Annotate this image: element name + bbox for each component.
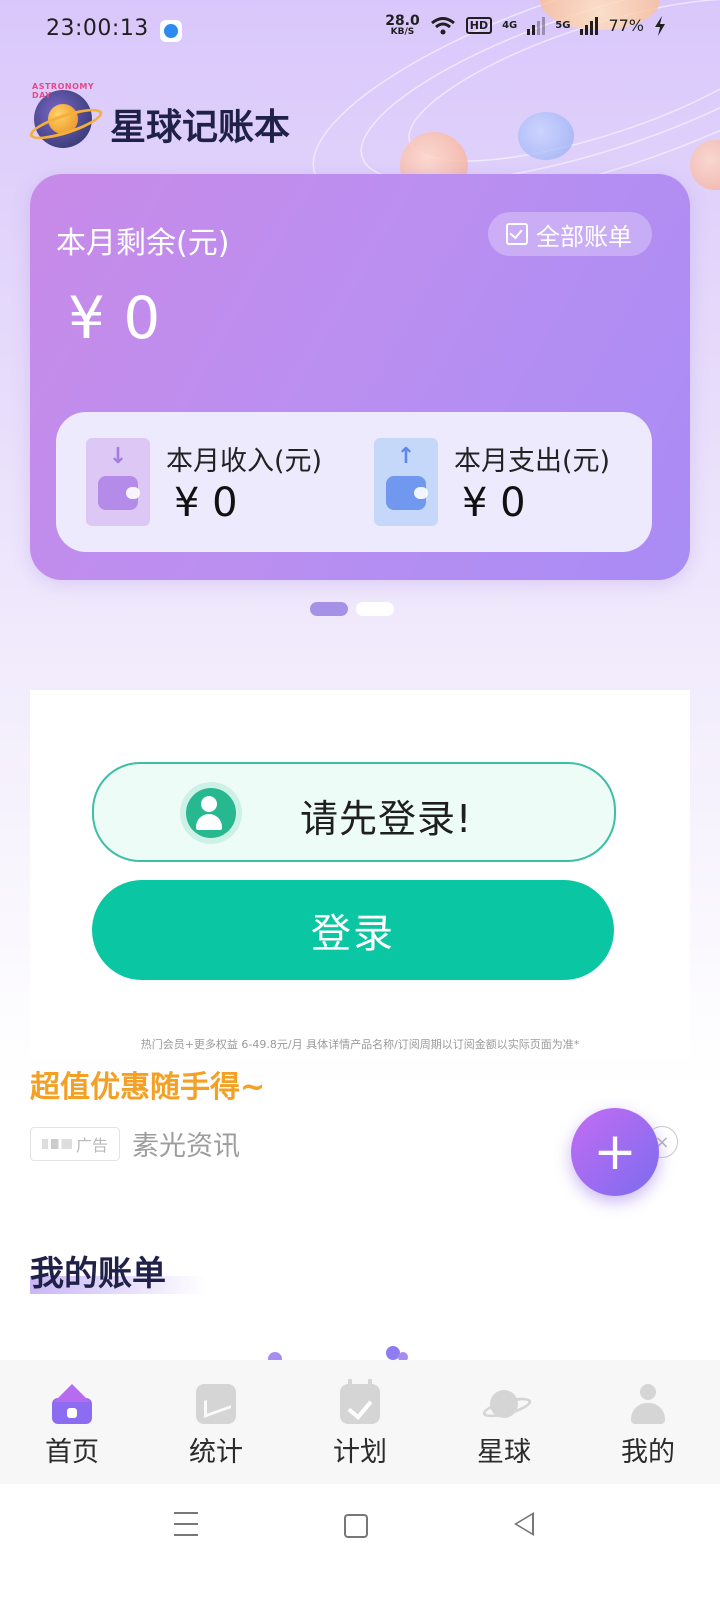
login-button[interactable]: 登录 bbox=[92, 880, 614, 980]
battery-level: 77% bbox=[608, 16, 644, 35]
login-panel: 请先登录! 登录 热门会员+更多权益 6-49.8元/月 具体详情产品名称/订阅… bbox=[30, 690, 690, 1060]
network-4g-label: 4G bbox=[502, 20, 518, 31]
expense-summary[interactable]: ↑ 本月支出(元) ¥ 0 bbox=[374, 438, 610, 526]
bottom-nav: 首页 统计 计划 星球 我的 bbox=[0, 1360, 720, 1484]
notification-app-icon bbox=[160, 20, 182, 42]
carousel-dot-active[interactable] bbox=[310, 602, 348, 616]
expense-amount: ¥ 0 bbox=[462, 479, 526, 526]
nav-label: 星球 bbox=[477, 1437, 531, 1468]
add-bill-button[interactable]: + bbox=[571, 1108, 659, 1196]
ad-row[interactable]: 广告 素光资讯 bbox=[30, 1124, 240, 1163]
recent-apps-icon[interactable] bbox=[174, 1512, 198, 1536]
stats-icon bbox=[196, 1384, 236, 1424]
app-logo: ASTRONOMY DAY bbox=[26, 82, 106, 148]
profile-icon bbox=[628, 1384, 668, 1424]
network-5g-label: 5G bbox=[555, 20, 571, 31]
nav-label: 统计 bbox=[189, 1437, 243, 1468]
income-summary[interactable]: ↓ 本月收入(元) ¥ 0 bbox=[86, 438, 322, 526]
hd-voice-icon: HD bbox=[465, 17, 493, 34]
status-indicators: 28.0 KB/S HD 4G 5G 77% bbox=[385, 14, 666, 37]
nav-stats[interactable]: 统计 bbox=[144, 1360, 288, 1484]
user-lock-icon bbox=[180, 782, 242, 844]
system-nav-bar bbox=[0, 1484, 720, 1600]
income-amount: ¥ 0 bbox=[174, 479, 238, 526]
logo-text: ASTRONOMY DAY bbox=[32, 82, 95, 100]
status-time: 23:00:13 bbox=[46, 16, 149, 41]
planet-icon bbox=[484, 1384, 524, 1424]
home-icon bbox=[52, 1384, 92, 1424]
bill-check-icon bbox=[506, 223, 528, 245]
ad-tag: 广告 bbox=[30, 1126, 120, 1161]
login-prompt[interactable]: 请先登录! bbox=[92, 762, 616, 862]
nav-label: 计划 bbox=[333, 1437, 387, 1468]
nav-label: 我的 bbox=[621, 1437, 675, 1468]
membership-fine-print: 热门会员+更多权益 6-49.8元/月 具体详情产品名称/订阅周期以订阅金额以实… bbox=[140, 1038, 580, 1051]
monthly-summary-card[interactable]: 本月剩余(元) 全部账单 ¥ 0 ↓ 本月收入(元) ¥ 0 ↑ 本月支出(元)… bbox=[30, 174, 690, 580]
remaining-amount: ¥ 0 bbox=[68, 284, 161, 352]
remaining-label: 本月剩余(元) bbox=[56, 226, 230, 261]
login-prompt-text: 请先登录! bbox=[300, 797, 473, 841]
nav-label: 首页 bbox=[45, 1437, 99, 1468]
charging-icon bbox=[655, 15, 665, 36]
home-button-icon[interactable] bbox=[344, 1514, 368, 1538]
income-expense-panel: ↓ 本月收入(元) ¥ 0 ↑ 本月支出(元) ¥ 0 bbox=[56, 412, 652, 552]
income-wallet-icon: ↓ bbox=[86, 438, 150, 526]
back-icon[interactable] bbox=[514, 1512, 534, 1536]
nav-plan[interactable]: 计划 bbox=[288, 1360, 432, 1484]
carousel-dot[interactable] bbox=[356, 602, 394, 616]
plan-icon bbox=[340, 1379, 380, 1424]
status-bar: 23:00:13 28.0 KB/S HD 4G 5G 77% bbox=[0, 0, 720, 64]
carousel-indicator bbox=[310, 602, 394, 616]
promo-title: 超值优惠随手得~ bbox=[30, 1070, 266, 1105]
all-bills-button[interactable]: 全部账单 bbox=[488, 212, 652, 256]
expense-wallet-icon: ↑ bbox=[374, 438, 438, 526]
app-title: 星球记账本 bbox=[110, 107, 291, 148]
income-label: 本月收入(元) bbox=[166, 445, 323, 477]
ad-source: 素光资讯 bbox=[132, 1131, 240, 1162]
expense-label: 本月支出(元) bbox=[454, 445, 611, 477]
all-bills-label: 全部账单 bbox=[536, 222, 632, 251]
nav-home[interactable]: 首页 bbox=[0, 1360, 144, 1484]
signal-icon bbox=[580, 16, 599, 35]
ad-logo-icon bbox=[41, 1138, 72, 1149]
nav-profile[interactable]: 我的 bbox=[576, 1360, 720, 1484]
nav-planet[interactable]: 星球 bbox=[432, 1360, 576, 1484]
signal-icon bbox=[527, 16, 546, 35]
wifi-icon bbox=[430, 16, 455, 34]
my-bills-title: 我的账单 bbox=[30, 1254, 166, 1294]
planet-decoration bbox=[518, 112, 574, 160]
network-speed: 28.0 KB/S bbox=[385, 13, 420, 37]
